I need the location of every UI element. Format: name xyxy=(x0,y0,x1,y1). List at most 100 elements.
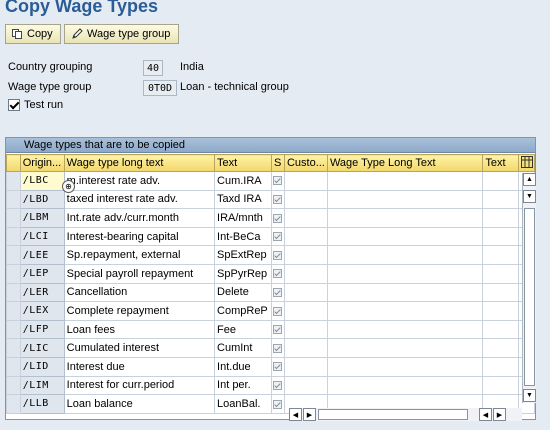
table-row[interactable]: /LID Interest due Int.due xyxy=(6,356,535,377)
row-selector[interactable] xyxy=(6,226,21,247)
column-header[interactable]: S xyxy=(270,154,285,172)
row-selector[interactable] xyxy=(6,189,21,210)
new-long-text-cell[interactable] xyxy=(326,319,484,340)
horizontal-scroll-thumb[interactable] xyxy=(318,409,468,420)
new-long-text-cell[interactable] xyxy=(326,263,484,284)
row-selector[interactable] xyxy=(6,319,21,340)
text-cell[interactable]: SpExtRep xyxy=(214,245,272,265)
scroll-down-small-button[interactable]: ▼ xyxy=(523,190,536,203)
text-cell[interactable]: Int-BeCa xyxy=(214,226,272,247)
new-text-cell[interactable] xyxy=(482,375,520,396)
column-header[interactable]: Wage type long text xyxy=(63,154,216,172)
table-row[interactable]: /LFP Loan fees Fee xyxy=(6,319,535,340)
select-all-header[interactable] xyxy=(6,154,21,172)
table-row[interactable]: /LBD taxed interest rate adv. Taxd IRA xyxy=(6,189,535,210)
new-long-text-cell[interactable] xyxy=(326,375,484,396)
row-selector[interactable] xyxy=(6,208,21,228)
new-text-cell[interactable] xyxy=(482,189,520,210)
long-text-cell[interactable]: Complete repayment xyxy=(63,301,216,321)
new-long-text-cell[interactable] xyxy=(326,226,484,247)
table-row[interactable]: /LEE Sp.repayment, external SpExtRep xyxy=(6,245,535,265)
table-row[interactable]: /LBC m.interest rate adv. Cum.IRA xyxy=(6,171,535,191)
text-cell[interactable]: CompReP xyxy=(214,301,272,321)
row-checkbox[interactable] xyxy=(270,301,285,321)
text-cell[interactable]: CumInt xyxy=(214,338,272,358)
check-icon[interactable] xyxy=(273,287,283,297)
long-text-cell[interactable]: taxed interest rate adv. xyxy=(63,189,216,210)
table-row[interactable]: /LEP Special payroll repayment SpPyrRep xyxy=(6,263,535,284)
row-checkbox[interactable] xyxy=(270,319,285,340)
long-text-cell[interactable]: Interest for curr.period xyxy=(63,375,216,396)
text-cell[interactable]: Taxd IRA xyxy=(214,189,272,210)
custom-cell[interactable] xyxy=(283,226,328,247)
custom-cell[interactable] xyxy=(283,319,328,340)
country-grouping-field[interactable]: 40 xyxy=(143,60,163,76)
check-icon[interactable] xyxy=(273,213,283,223)
row-checkbox[interactable] xyxy=(270,394,285,414)
row-checkbox[interactable] xyxy=(270,226,285,247)
text-cell[interactable]: LoanBal. xyxy=(214,394,272,414)
long-text-cell[interactable]: Special payroll repayment xyxy=(63,263,216,284)
long-text-cell[interactable]: Cumulated interest xyxy=(63,338,216,358)
long-text-cell[interactable]: Interest-bearing capital xyxy=(63,226,216,247)
row-checkbox[interactable] xyxy=(270,245,285,265)
row-selector[interactable] xyxy=(6,171,21,191)
row-checkbox[interactable] xyxy=(270,338,285,358)
text-cell[interactable]: Fee xyxy=(214,319,272,340)
new-text-cell[interactable] xyxy=(482,208,520,228)
text-cell[interactable]: SpPyrRep xyxy=(214,263,272,284)
new-long-text-cell[interactable] xyxy=(326,301,484,321)
long-text-cell[interactable]: Sp.repayment, external xyxy=(63,245,216,265)
custom-cell[interactable] xyxy=(283,171,328,191)
new-text-cell[interactable] xyxy=(482,338,520,358)
row-selector[interactable] xyxy=(6,263,21,284)
custom-cell[interactable] xyxy=(283,356,328,377)
new-long-text-cell[interactable] xyxy=(326,338,484,358)
check-icon[interactable] xyxy=(273,232,283,242)
test-run-checkbox[interactable]: Test run xyxy=(8,99,63,111)
column-header[interactable]: Custo... xyxy=(283,154,328,172)
scroll-up-button[interactable]: ▲ xyxy=(523,173,536,186)
long-text-cell[interactable]: Int.rate adv./curr.month xyxy=(63,208,216,228)
custom-cell[interactable] xyxy=(283,263,328,284)
scroll-down-button[interactable]: ▼ xyxy=(523,389,536,402)
custom-cell[interactable] xyxy=(283,189,328,210)
table-row[interactable]: /LBM Int.rate adv./curr.month IRA/mnth xyxy=(6,208,535,228)
custom-cell[interactable] xyxy=(283,208,328,228)
scroll-left-button[interactable]: ◀ xyxy=(289,408,302,421)
table-settings-icon[interactable] xyxy=(518,154,535,172)
check-icon[interactable] xyxy=(273,399,283,409)
custom-cell[interactable] xyxy=(283,301,328,321)
vertical-scroll-thumb[interactable] xyxy=(524,208,535,386)
long-text-cell[interactable]: m.interest rate adv. xyxy=(63,171,216,191)
wage-type-group-button[interactable]: Wage type group xyxy=(64,24,179,44)
new-long-text-cell[interactable] xyxy=(326,208,484,228)
row-selector[interactable] xyxy=(6,245,21,265)
row-selector[interactable] xyxy=(6,282,21,303)
text-cell[interactable]: Cum.IRA xyxy=(214,171,272,191)
check-icon[interactable] xyxy=(273,269,283,279)
table-row[interactable]: /LIC Cumulated interest CumInt xyxy=(6,338,535,358)
text-cell[interactable]: IRA/mnth xyxy=(214,208,272,228)
check-icon[interactable] xyxy=(273,380,283,390)
new-long-text-cell[interactable] xyxy=(326,282,484,303)
row-checkbox[interactable] xyxy=(270,375,285,396)
check-icon[interactable] xyxy=(273,343,283,353)
new-text-cell[interactable] xyxy=(482,356,520,377)
test-run-check[interactable] xyxy=(8,99,20,111)
copy-button[interactable]: Copy xyxy=(5,24,61,44)
row-checkbox[interactable] xyxy=(270,189,285,210)
new-text-cell[interactable] xyxy=(482,263,520,284)
new-text-cell[interactable] xyxy=(482,226,520,247)
row-checkbox[interactable] xyxy=(270,171,285,191)
row-selector[interactable] xyxy=(6,356,21,377)
scroll-left-end-button[interactable]: ◀ xyxy=(479,408,492,421)
long-text-cell[interactable]: Interest due xyxy=(63,356,216,377)
text-cell[interactable]: Int.due xyxy=(214,356,272,377)
text-cell[interactable]: Int per. xyxy=(214,375,272,396)
new-text-cell[interactable] xyxy=(482,319,520,340)
column-header[interactable]: Wage Type Long Text xyxy=(326,154,484,172)
row-checkbox[interactable] xyxy=(270,282,285,303)
row-selector[interactable] xyxy=(6,301,21,321)
row-selector[interactable] xyxy=(6,394,21,414)
